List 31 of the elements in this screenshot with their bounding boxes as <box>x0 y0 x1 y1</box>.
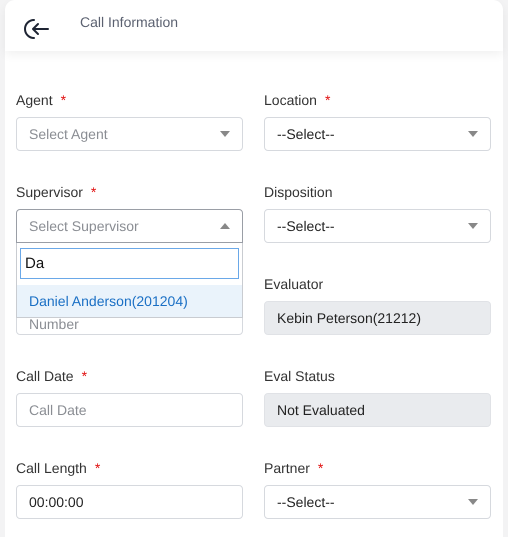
required-asterisk: * <box>324 92 330 109</box>
readonly-field: Not Evaluated <box>264 393 491 427</box>
field-label: Disposition <box>264 184 332 201</box>
page-title: Call Information <box>80 14 178 30</box>
readonly-field: Kebin Peterson(21212) <box>264 301 491 335</box>
search-field[interactable]: Da <box>20 248 239 279</box>
caret-icon <box>468 223 478 229</box>
field-label: Evaluator <box>264 276 324 293</box>
required-asterisk: * <box>94 460 100 477</box>
required-asterisk: * <box>82 368 88 385</box>
back-arrow-icon[interactable] <box>24 18 50 40</box>
field-label: Location <box>264 92 317 109</box>
caret-icon <box>220 223 230 229</box>
field-label: Call Date <box>16 368 74 385</box>
caret-icon <box>468 131 478 137</box>
input-field[interactable]: Call Date <box>16 393 243 427</box>
select-field[interactable]: --Select-- <box>264 117 491 151</box>
field-label: Agent <box>16 92 53 109</box>
field-label: Supervisor <box>16 184 83 201</box>
required-asterisk: * <box>90 184 96 201</box>
select-field[interactable]: --Select-- <box>264 485 491 519</box>
required-asterisk: * <box>60 92 66 109</box>
caret-icon <box>220 131 230 137</box>
field-label: Partner <box>264 460 310 477</box>
caret-icon <box>468 499 478 505</box>
dropdown-option[interactable]: Daniel Anderson(201204) <box>17 285 242 317</box>
field-label: Call Length <box>16 460 87 477</box>
input-field[interactable]: 00:00:00 <box>16 485 243 519</box>
select-field[interactable]: --Select-- <box>264 209 491 243</box>
field-label: Eval Status <box>264 368 335 385</box>
required-asterisk: * <box>318 460 324 477</box>
